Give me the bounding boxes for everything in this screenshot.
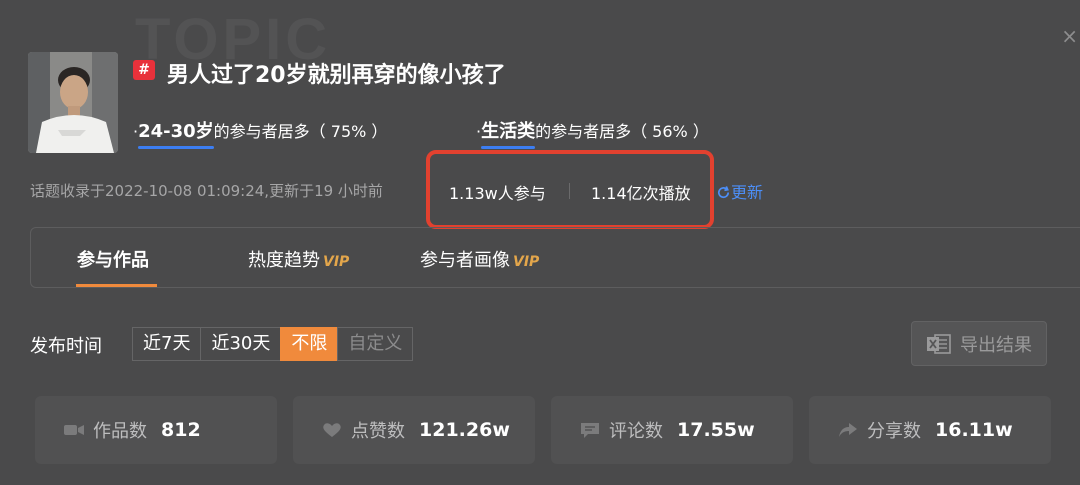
stat-value: 812 — [161, 419, 201, 441]
export-label: 导出结果 — [960, 334, 1032, 356]
stat-value: 16.11w — [935, 419, 1013, 441]
vip-badge: VIP — [513, 254, 540, 270]
filter-30-days[interactable]: 近30天 — [200, 327, 282, 361]
filter-unlimited[interactable]: 不限 — [280, 327, 339, 361]
excel-icon — [927, 333, 951, 354]
stat-label: 评论数 — [609, 421, 663, 442]
filter-custom[interactable]: 自定义 — [337, 327, 414, 361]
divider — [569, 183, 570, 199]
export-button[interactable]: 导出结果 — [911, 321, 1047, 366]
tab-label: 热度趋势 — [248, 250, 320, 271]
video-icon — [64, 425, 84, 435]
close-icon[interactable]: × — [1061, 26, 1078, 46]
publish-time-label: 发布时间 — [30, 336, 102, 357]
tab-audience[interactable]: 参与者画像 VIP — [420, 246, 539, 272]
tab-label: 参与者画像 — [420, 250, 510, 271]
active-tab-indicator — [76, 284, 157, 287]
stat-card-comments: 评论数 17.55w — [551, 396, 793, 464]
tab-works[interactable]: 参与作品 — [77, 246, 149, 272]
refresh-icon — [718, 186, 730, 199]
age-stat-highlight: 24-30岁 — [138, 117, 214, 149]
stat-label: 作品数 — [93, 421, 147, 442]
stat-card-likes: 点赞数 121.26w — [293, 396, 535, 464]
comment-icon — [581, 423, 599, 438]
tab-trend[interactable]: 热度趋势 VIP — [248, 246, 349, 272]
stat-card-shares: 分享数 16.11w — [809, 396, 1051, 464]
stat-value: 121.26w — [419, 419, 510, 441]
participants-count: 1.13w人参与 — [449, 184, 546, 203]
age-stat: ·24-30岁的参与者居多（ 75% ） — [133, 117, 388, 149]
vip-badge: VIP — [323, 254, 350, 270]
stat-value: 17.55w — [677, 419, 755, 441]
stat-card-works: 作品数 812 — [35, 396, 277, 464]
topic-title: 男人过了20岁就别再穿的像小孩了 — [167, 63, 506, 88]
stat-label: 点赞数 — [351, 421, 405, 442]
tab-label: 参与作品 — [77, 250, 149, 271]
category-stat-highlight: 生活类 — [481, 117, 536, 149]
refresh-label: 更新 — [731, 183, 764, 202]
filter-7-days[interactable]: 近7天 — [132, 327, 202, 361]
topic-meta: 话题收录于2022-10-08 01:09:24,更新于19 小时前 — [30, 182, 383, 200]
stat-label: 分享数 — [867, 421, 921, 442]
share-icon — [839, 423, 857, 437]
topic-hashtag-badge: # — [133, 60, 155, 80]
plays-count: 1.14亿次播放 — [591, 184, 691, 203]
category-stat-suffix: 的参与者居多（ 56% ） — [535, 122, 709, 141]
topic-avatar — [28, 52, 118, 153]
age-stat-suffix: 的参与者居多（ 75% ） — [213, 122, 388, 141]
tab-bar — [30, 227, 1080, 288]
heart-icon — [323, 423, 341, 437]
category-stat: ·生活类的参与者居多（ 56% ） — [476, 117, 709, 149]
publish-time-filter: 近7天 近30天 不限 自定义 — [132, 327, 414, 361]
refresh-button[interactable]: 更新 — [716, 179, 763, 203]
